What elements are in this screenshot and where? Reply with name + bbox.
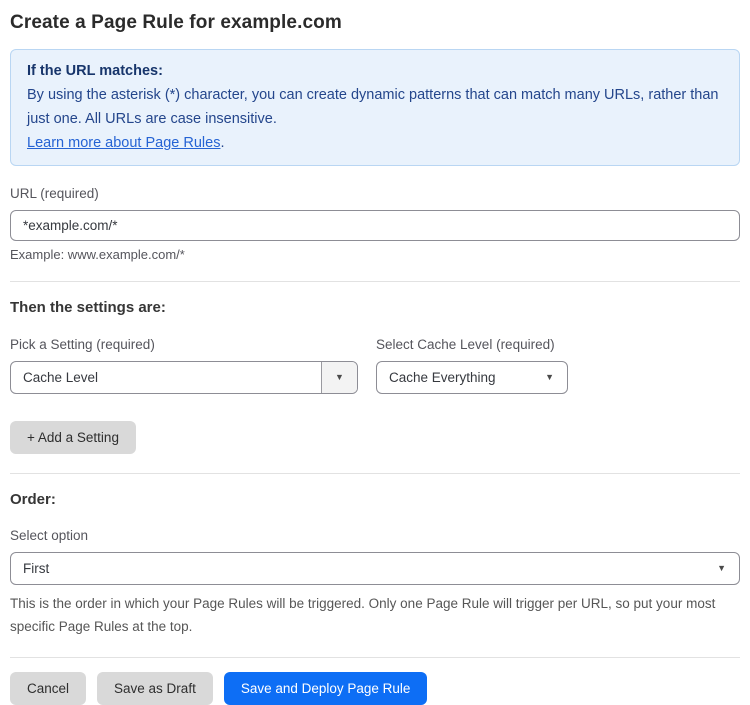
info-box-heading: If the URL matches: [27,63,163,79]
info-box-body: By using the asterisk (*) character, you… [27,87,719,127]
setting-picker-dropdown[interactable]: Cache Level ▼ [10,361,358,394]
order-value: First [23,561,50,576]
order-select-label: Select option [10,528,89,543]
footer-actions: Cancel Save as Draft Save and Deploy Pag… [10,672,740,705]
setting-picker-value: Cache Level [23,370,99,385]
url-input[interactable] [10,210,740,241]
order-dropdown[interactable]: First ▼ [10,552,740,585]
settings-pickers-row: Pick a Setting (required) Cache Level ▼ … [10,319,740,394]
setting-picker-column: Pick a Setting (required) Cache Level ▼ [10,319,358,394]
chevron-down-icon: ▼ [335,372,344,382]
cancel-button[interactable]: Cancel [10,672,87,705]
order-heading: Order: [10,491,56,508]
cache-level-value: Cache Everything [389,370,496,385]
url-example-helper: Example: www.example.com/* [10,247,185,262]
divider-settings [10,281,740,282]
divider-footer [10,657,740,658]
cache-level-picker-column: Select Cache Level (required) Cache Ever… [376,319,568,394]
setting-picker-arrow-button[interactable]: ▼ [321,362,357,393]
chevron-down-icon: ▼ [545,372,554,382]
settings-heading: Then the settings are: [10,299,166,316]
url-match-info-box: If the URL matches: By using the asteris… [10,49,740,166]
link-suffix: . [220,135,225,151]
order-helper-text: This is the order in which your Page Rul… [10,596,716,634]
save-draft-button[interactable]: Save as Draft [97,672,213,705]
page-title: Create a Page Rule for example.com [10,12,342,33]
divider-order [10,473,740,474]
url-field-label: URL (required) [10,186,99,201]
setting-picker-label: Pick a Setting (required) [10,337,155,352]
add-setting-button[interactable]: + Add a Setting [10,421,136,454]
cache-level-dropdown[interactable]: Cache Everything ▼ [376,361,568,394]
info-box-link-line: Learn more about Page Rules. [27,131,723,155]
cache-level-picker-label: Select Cache Level (required) [376,337,555,352]
chevron-down-icon: ▼ [717,563,726,573]
save-deploy-button[interactable]: Save and Deploy Page Rule [223,672,428,705]
learn-more-link[interactable]: Learn more about Page Rules [27,135,220,151]
